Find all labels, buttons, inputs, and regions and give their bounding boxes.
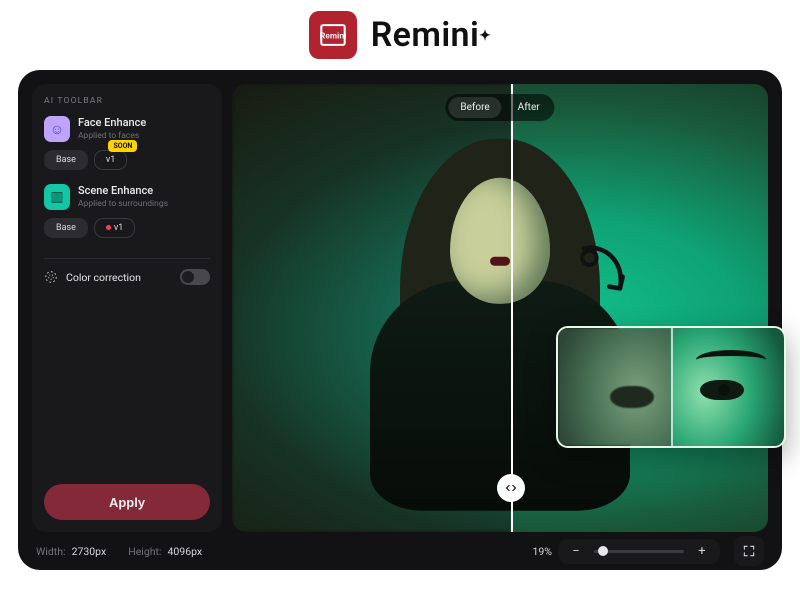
brand-header: Remini Remini✦ xyxy=(0,0,800,70)
height-value: 4096px xyxy=(167,545,202,558)
svg-text:Remini: Remini xyxy=(319,32,346,41)
scene-enhance-title: Scene Enhance xyxy=(78,184,168,197)
width-value: 2730px xyxy=(72,545,107,558)
brand-logo: Remini xyxy=(309,11,357,59)
frame-icon: Remini xyxy=(315,17,351,53)
ai-toolbar-panel: AI TOOLBAR ☺ Face Enhance Applied to fac… xyxy=(32,84,222,532)
drag-horizontal-icon xyxy=(505,482,517,494)
zoom-in-button[interactable]: + xyxy=(694,544,710,559)
before-pill[interactable]: Before xyxy=(448,97,501,118)
app-window: AI TOOLBAR ☺ Face Enhance Applied to fac… xyxy=(18,70,782,570)
compare-divider[interactable] xyxy=(511,84,513,532)
color-correction-toggle[interactable] xyxy=(180,269,210,285)
scene-base-button[interactable]: Base xyxy=(44,218,88,238)
before-after-toggle: Before After xyxy=(445,94,554,121)
zoom-controls: − + xyxy=(558,539,720,564)
scene-enhance-icon: ▥ xyxy=(44,184,70,210)
face-v1-button[interactable]: v1 SOON xyxy=(94,150,127,170)
color-correction-label: Color correction xyxy=(66,271,172,284)
brand-title: Remini✦ xyxy=(371,15,492,55)
tool-scene-enhance: ▥ Scene Enhance Applied to surroundings … xyxy=(44,184,210,238)
height-label: Height: xyxy=(128,545,161,558)
apply-button[interactable]: Apply xyxy=(44,484,210,520)
face-enhance-title: Face Enhance xyxy=(78,116,146,129)
color-correction-icon xyxy=(44,270,58,284)
fullscreen-button[interactable] xyxy=(734,536,764,566)
sparkle-icon: ✦ xyxy=(479,28,491,44)
fullscreen-icon xyxy=(742,544,756,558)
detail-zoom-card xyxy=(556,326,786,448)
scene-enhance-subtitle: Applied to surroundings xyxy=(78,199,168,209)
width-label: Width: xyxy=(36,545,66,558)
zoom-out-button[interactable]: − xyxy=(568,544,584,559)
divider xyxy=(44,258,210,259)
face-base-button[interactable]: Base xyxy=(44,150,88,170)
tool-face-enhance: ☺ Face Enhance Applied to faces Base v1 … xyxy=(44,116,210,170)
color-correction-row: Color correction xyxy=(44,269,210,285)
soon-badge: SOON xyxy=(108,140,137,152)
callout-arrow-icon xyxy=(566,238,656,328)
compare-handle[interactable] xyxy=(497,474,525,502)
comparison-photo: Before After xyxy=(232,84,768,532)
sidebar-title: AI TOOLBAR xyxy=(44,96,210,106)
status-bar: Width: 2730px Height: 4096px 19% − + xyxy=(18,532,782,570)
after-pill[interactable]: After xyxy=(506,97,552,118)
zoom-readout: 19% xyxy=(533,545,553,558)
image-canvas: Before After xyxy=(232,84,768,532)
scene-v1-button[interactable]: v1 xyxy=(94,218,135,238)
zoom-slider[interactable] xyxy=(594,550,684,553)
face-enhance-icon: ☺ xyxy=(44,116,70,142)
